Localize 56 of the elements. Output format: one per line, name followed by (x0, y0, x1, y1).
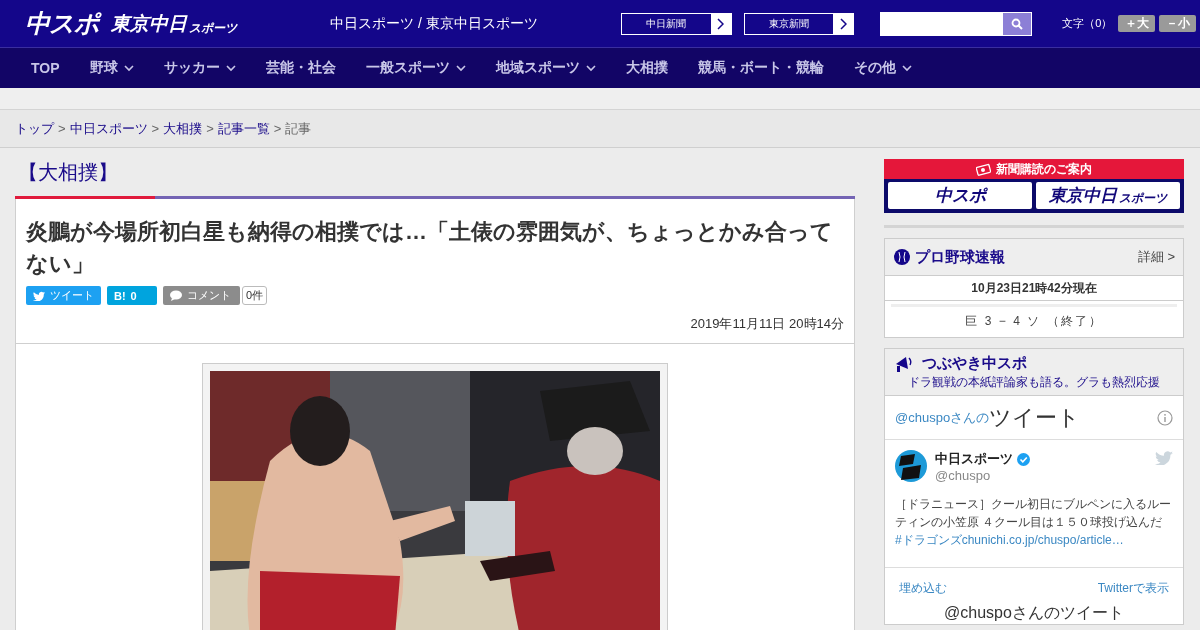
newspaper-link[interactable]: 東京新聞 (743, 12, 855, 35)
breadcrumb-link[interactable]: 大相撲 (163, 119, 203, 138)
search-icon (1011, 17, 1024, 30)
details-link[interactable]: 詳細 > (1137, 248, 1175, 266)
font-size-label: 文字（0） (1062, 16, 1113, 31)
breadcrumb-separator: > (273, 121, 282, 136)
site-names: 中日スポーツ / 東京中日スポーツ (330, 14, 539, 33)
nav-item[interactable]: 芸能・社会 (265, 59, 336, 77)
timeline-heading: ツイート (989, 403, 1082, 432)
account-name[interactable]: 中日スポーツ (935, 450, 1013, 468)
breadcrumb-separator: > (151, 121, 160, 136)
nav-item[interactable]: サッカー (163, 59, 236, 77)
twitter-link[interactable]: Twitterで表示 (1097, 580, 1169, 597)
nav-item[interactable]: その他 (853, 59, 912, 77)
article-title: 炎鵬が今場所初白星も納得の相撲では…「土俵の雰囲気が、ちょっとかみ合ってない」 (26, 218, 834, 278)
bird-icon (33, 290, 45, 301)
nav-item[interactable]: 野球 (89, 59, 134, 77)
info-icon[interactable] (1157, 409, 1173, 426)
timeline-handle[interactable]: @chuspoさんの (895, 408, 990, 427)
account-handle[interactable]: @chuspo (935, 468, 1147, 483)
ticket-icon (976, 162, 991, 176)
banner-title: 新聞購読のご案内 (996, 160, 1092, 178)
panel-title: プロ野球速報 (915, 247, 1006, 267)
timeline-heading: @chuspoさんのツイート (943, 603, 1125, 623)
speech-bubble-icon (170, 290, 182, 301)
game-score[interactable]: 巨 3 − 4 ソ （終了） (891, 304, 1177, 337)
bird-icon (1155, 450, 1173, 465)
tweet-text: ［ドラニュース］クール初日にブルペンに入るルーティンの小笠原 ４クール目は１５０球投げ込んだ #ドラゴンズchunichi.co.jp/chuspo/article… (895, 496, 1172, 549)
newspaper-link[interactable]: 中日新聞 (620, 12, 732, 35)
nav-item[interactable]: 競馬・ボート・競輪 (697, 59, 824, 77)
nav-item[interactable]: TOP (31, 60, 60, 76)
breadcrumb-separator: > (58, 121, 66, 136)
search-button[interactable] (1003, 12, 1032, 35)
breadcrumb-current: 記事 (285, 119, 312, 138)
update-time: 10月23日21時42分現在 (885, 276, 1183, 301)
nav-item[interactable]: 一般スポーツ (365, 59, 466, 77)
megaphone-icon (894, 354, 913, 373)
subscription-banner[interactable]: 新聞購読のご案内 中スポ 東京中日スポーツ (884, 159, 1184, 213)
panel-subtitle: ドラ観戦の本紙評論家も語る。グラも熱烈応援 (908, 374, 1161, 391)
breadcrumb-link[interactable]: トップ (15, 119, 54, 138)
panel-title: つぶやき中スポ (922, 354, 1028, 373)
breadcrumb-separator: > (206, 121, 214, 136)
search-field[interactable] (880, 11, 1033, 36)
category-title: 【大相撲】 (17, 160, 119, 185)
twitter-link[interactable]: 埋め込む (899, 580, 947, 597)
chevron-right-icon (717, 17, 725, 30)
nav-item[interactable]: 大相撲 (625, 59, 668, 77)
chevron-right-icon (839, 17, 847, 30)
tweet-link[interactable]: #ドラゴンズchunichi.co.jp/chuspo/article… (895, 533, 1124, 547)
article-date: 2019年11月11日 20時14分 (689, 315, 844, 333)
comment-count: 0件 (242, 286, 268, 305)
nav-item[interactable]: 地域スポーツ (495, 59, 596, 77)
breadcrumb-link[interactable]: 記事一覧 (217, 119, 270, 138)
breadcrumb-link[interactable]: 中日スポーツ (69, 119, 148, 138)
avatar-icon[interactable] (895, 450, 927, 482)
baseball-icon (894, 249, 910, 265)
